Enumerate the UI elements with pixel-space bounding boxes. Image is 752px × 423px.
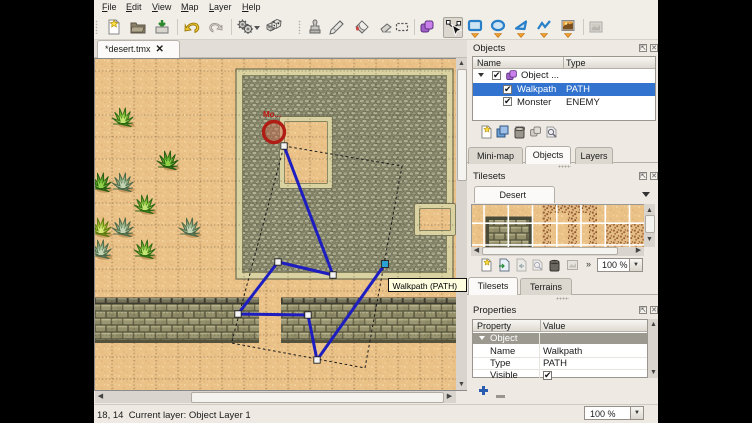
svg-text:Mo...: Mo... <box>263 110 281 119</box>
